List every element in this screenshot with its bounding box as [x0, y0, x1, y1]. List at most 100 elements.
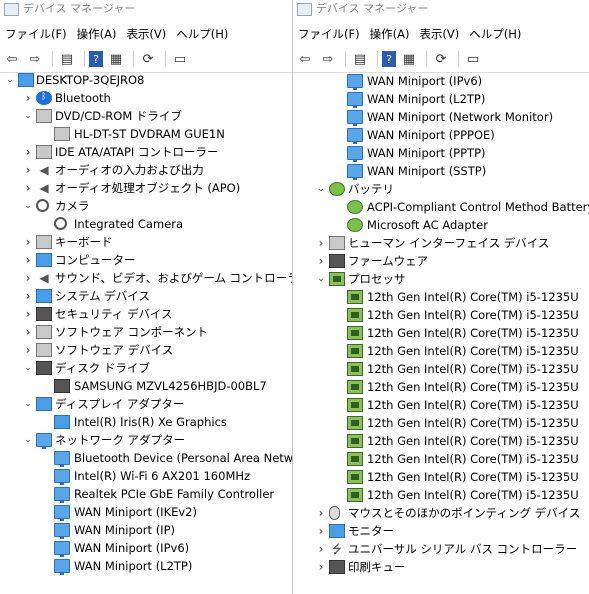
chevron-down-icon[interactable]: ⌄	[315, 270, 327, 288]
menu-view[interactable]: 表示(V)	[414, 22, 464, 46]
view-icon[interactable]: ▦	[106, 49, 126, 69]
menu-view[interactable]: 表示(V)	[121, 22, 171, 46]
tree-item[interactable]: WAN Miniport (IPv6)	[0, 539, 292, 557]
tree-item[interactable]: WAN Miniport (L2TP)	[0, 557, 292, 575]
tree-item[interactable]: Microsoft AC Adapter	[293, 216, 589, 234]
chevron-down-icon[interactable]: ⌄	[22, 359, 34, 377]
tree-item[interactable]: WAN Miniport (SSTP)	[293, 162, 589, 180]
tree-item[interactable]: 12th Gen Intel(R) Core(TM) i5-1235U	[293, 378, 589, 396]
properties-icon[interactable]: ▤	[57, 49, 77, 69]
forward-icon[interactable]: ⇨	[25, 49, 45, 69]
tree-item[interactable]: 12th Gen Intel(R) Core(TM) i5-1235U	[293, 414, 589, 432]
scan-hardware-icon[interactable]: ⟳	[431, 49, 451, 69]
tree-item[interactable]: 12th Gen Intel(R) Core(TM) i5-1235U	[293, 288, 589, 306]
chevron-right-icon[interactable]: ›	[315, 234, 327, 252]
tree-item[interactable]: 12th Gen Intel(R) Core(TM) i5-1235U	[293, 450, 589, 468]
chevron-right-icon[interactable]: ›	[22, 323, 34, 341]
tree-item[interactable]: 12th Gen Intel(R) Core(TM) i5-1235U	[293, 396, 589, 414]
tree-item[interactable]: › システム デバイス	[0, 287, 292, 305]
tree-item[interactable]: SAMSUNG MZVL4256HBJD-00BL7	[0, 377, 292, 395]
menu-help[interactable]: ヘルプ(H)	[464, 22, 526, 46]
chevron-right-icon[interactable]: ›	[22, 143, 34, 161]
chevron-right-icon[interactable]: ›	[315, 558, 327, 576]
tree-item[interactable]: Bluetooth Device (Personal Area Network)	[0, 449, 292, 467]
chevron-right-icon[interactable]: ›	[22, 251, 34, 269]
chevron-right-icon[interactable]: ›	[22, 287, 34, 305]
tree-item[interactable]: Intel(R) Iris(R) Xe Graphics	[0, 413, 292, 431]
menu-action[interactable]: 操作(A)	[365, 22, 415, 46]
tree-item[interactable]: Intel(R) Wi-Fi 6 AX201 160MHz	[0, 467, 292, 485]
chevron-right-icon[interactable]: ›	[22, 89, 34, 107]
tree-item[interactable]: ⌄ バッテリ	[293, 180, 589, 198]
tree-item[interactable]: › ソフトウェア コンポーネント	[0, 323, 292, 341]
tree-item[interactable]: Integrated Camera	[0, 215, 292, 233]
tree-item[interactable]: WAN Miniport (PPTP)	[293, 144, 589, 162]
tree-item[interactable]: › キーボード	[0, 233, 292, 251]
back-icon[interactable]: ⇦	[2, 49, 22, 69]
menu-action[interactable]: 操作(A)	[72, 22, 122, 46]
chevron-down-icon[interactable]: ⌄	[22, 107, 34, 125]
menu-help[interactable]: ヘルプ(H)	[171, 22, 233, 46]
tree-item[interactable]: › モニター	[293, 522, 589, 540]
tree-item[interactable]: ⌄ ネットワーク アダプター	[0, 431, 292, 449]
tree-item[interactable]: 12th Gen Intel(R) Core(TM) i5-1235U	[293, 360, 589, 378]
tree-item[interactable]: ⌄ ディスプレイ アダプター	[0, 395, 292, 413]
chevron-right-icon[interactable]: ›	[315, 540, 327, 558]
tree-item[interactable]: › IDE ATA/ATAPI コントローラー	[0, 143, 292, 161]
tree-item[interactable]: › ᛒ Bluetooth	[0, 89, 292, 107]
tree-item[interactable]: WAN Miniport (IP)	[0, 521, 292, 539]
tree-item[interactable]: 12th Gen Intel(R) Core(TM) i5-1235U	[293, 486, 589, 504]
tree-item[interactable]: ⌄ カメラ	[0, 197, 292, 215]
tree-item[interactable]: ⌄ ディスク ドライブ	[0, 359, 292, 377]
chevron-down-icon[interactable]: ⌄	[315, 180, 327, 198]
tree-item[interactable]: › ◀ サウンド、ビデオ、およびゲーム コントローラー	[0, 269, 292, 287]
tree-item[interactable]: 12th Gen Intel(R) Core(TM) i5-1235U	[293, 342, 589, 360]
forward-icon[interactable]: ⇨	[318, 49, 338, 69]
tree-item[interactable]: › ⭍ ユニバーサル シリアル バス コントローラー	[293, 540, 589, 558]
tree-item[interactable]: 12th Gen Intel(R) Core(TM) i5-1235U	[293, 306, 589, 324]
chevron-right-icon[interactable]: ›	[315, 252, 327, 270]
tree-item[interactable]: WAN Miniport (IKEv2)	[0, 503, 292, 521]
chevron-right-icon[interactable]: ›	[22, 233, 34, 251]
chevron-right-icon[interactable]: ›	[315, 504, 327, 522]
scan-hardware-icon[interactable]: ⟳	[138, 49, 158, 69]
chevron-right-icon[interactable]: ›	[22, 179, 34, 197]
tree-item[interactable]: › ヒューマン インターフェイス デバイス	[293, 234, 589, 252]
tree-item[interactable]: › セキュリティ デバイス	[0, 305, 292, 323]
tree-item[interactable]: 12th Gen Intel(R) Core(TM) i5-1235U	[293, 432, 589, 450]
chevron-right-icon[interactable]: ›	[315, 522, 327, 540]
menu-file[interactable]: ファイル(F)	[0, 22, 72, 46]
tree-item[interactable]: › コンピューター	[0, 251, 292, 269]
tree-item[interactable]: 12th Gen Intel(R) Core(TM) i5-1235U	[293, 324, 589, 342]
help-icon[interactable]: ?	[382, 51, 396, 67]
tree-item[interactable]: › ソフトウェア デバイス	[0, 341, 292, 359]
tree-item[interactable]: › ◀ オーディオ処理オブジェクト (APO)	[0, 179, 292, 197]
tree-item[interactable]: WAN Miniport (Network Monitor)	[293, 108, 589, 126]
tree-item[interactable]: › ◀ オーディオの入力および出力	[0, 161, 292, 179]
chevron-down-icon[interactable]: ⌄	[22, 197, 34, 215]
tree-item[interactable]: ⌄ DESKTOP-3QEJRO8	[0, 71, 292, 89]
tree-item[interactable]: WAN Miniport (PPPOE)	[293, 126, 589, 144]
tree-item[interactable]: ⌄ プロセッサ	[293, 270, 589, 288]
help-icon[interactable]: ?	[89, 51, 103, 67]
tree-item[interactable]: ACPI-Compliant Control Method Battery	[293, 198, 589, 216]
properties-icon[interactable]: ▤	[350, 49, 370, 69]
tree-item[interactable]: › ファームウェア	[293, 252, 589, 270]
tree-item[interactable]: ⌄ DVD/CD-ROM ドライブ	[0, 107, 292, 125]
back-icon[interactable]: ⇦	[295, 49, 315, 69]
tree-item[interactable]: HL-DT-ST DVDRAM GUE1N	[0, 125, 292, 143]
menu-file[interactable]: ファイル(F)	[293, 22, 365, 46]
chevron-down-icon[interactable]: ⌄	[4, 71, 16, 89]
tree-item[interactable]: › 印刷キュー	[293, 558, 589, 576]
chevron-down-icon[interactable]: ⌄	[22, 431, 34, 449]
monitor-icon[interactable]: ▭	[170, 49, 190, 69]
monitor-icon[interactable]: ▭	[463, 49, 483, 69]
tree-item[interactable]: WAN Miniport (IPv6)	[293, 72, 589, 90]
chevron-down-icon[interactable]: ⌄	[22, 395, 34, 413]
tree-item[interactable]: 12th Gen Intel(R) Core(TM) i5-1235U	[293, 468, 589, 486]
tree-item[interactable]: WAN Miniport (L2TP)	[293, 90, 589, 108]
view-icon[interactable]: ▦	[399, 49, 419, 69]
chevron-right-icon[interactable]: ›	[22, 341, 34, 359]
tree-item[interactable]: › マウスとそのほかのポインティング デバイス	[293, 504, 589, 522]
chevron-right-icon[interactable]: ›	[22, 269, 34, 287]
